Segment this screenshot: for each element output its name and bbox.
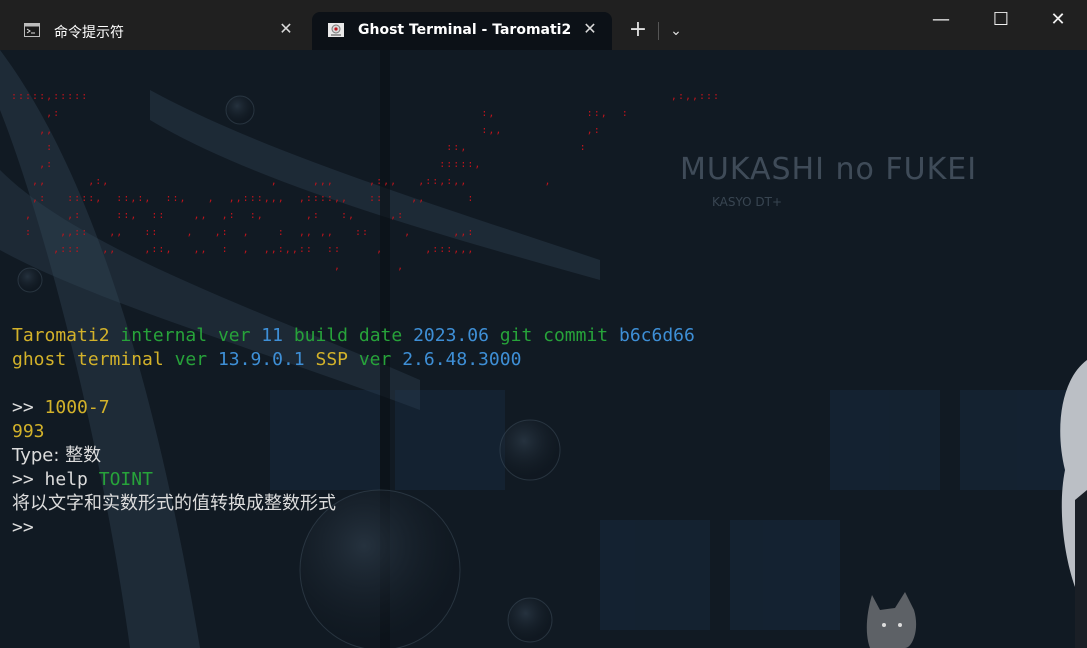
close-tab-icon[interactable]: ✕ [278, 21, 294, 37]
minimize-button[interactable]: — [913, 0, 969, 40]
keyword: git [499, 325, 533, 346]
prompt: >> [12, 469, 34, 490]
build-date: 2023.06 [413, 325, 489, 346]
version-number: 11 [261, 325, 283, 346]
type-line: Type: 整数 [12, 444, 101, 468]
chevron-down-icon[interactable]: ⌄ [664, 18, 688, 44]
type-label: Type: [12, 445, 60, 466]
maximize-button[interactable]: ☐ [973, 0, 1029, 40]
keyword: terminal [77, 349, 164, 370]
tab-ghost-terminal[interactable]: Ghost Terminal - Taromati2 ✕ [312, 12, 612, 50]
keyword: ver [174, 349, 208, 370]
input-prompt[interactable]: >> [12, 516, 34, 540]
command-argument: TOINT [98, 469, 153, 490]
ghost-name: Taromati2 [12, 325, 110, 346]
keyword: ver [358, 349, 392, 370]
ascii-logo: :::::,::::: ,:,,::: ,: :, ::, : ,,:,, ,… [11, 91, 721, 272]
type-value: 整数 [65, 445, 102, 466]
command-line: >> 1000-7 [12, 396, 110, 420]
tab-command-prompt[interactable]: 命令提示符 ✕ [8, 12, 308, 50]
keyword: commit [543, 325, 609, 346]
result-output: 993 [12, 421, 45, 442]
new-tab-button[interactable]: + [624, 18, 652, 44]
keyword: ver [217, 325, 251, 346]
keyword: SSP [315, 349, 348, 370]
keyword: build [293, 325, 349, 346]
command-input: 1000-7 [44, 397, 110, 418]
terminal-window: 命令提示符 ✕ Ghost Terminal - Taromati2 ✕ + ⌄… [0, 0, 1087, 648]
terminal-version: 13.9.0.1 [217, 349, 305, 370]
commit-hash: b6c6d66 [619, 325, 695, 346]
prompt: >> [12, 397, 34, 418]
keyword: ghost [12, 349, 67, 370]
ghost-app-icon [328, 23, 344, 37]
tab-title: 命令提示符 [54, 25, 124, 41]
keyword: date [358, 325, 403, 346]
ssp-version: 2.6.48.3000 [402, 349, 522, 370]
command-prompt-icon [24, 23, 40, 37]
tab-bar: 命令提示符 ✕ Ghost Terminal - Taromati2 ✕ + ⌄… [0, 0, 1087, 50]
help-output: 将以文字和实数形式的值转换成整数形式 [12, 493, 336, 514]
tab-title: Ghost Terminal - Taromati2 [358, 22, 572, 38]
terminal-output[interactable]: MUKASHI no FUKEI KASYO DT+ :::::,::::: ,… [0, 50, 1087, 648]
command-input: help [44, 469, 88, 490]
tab-separator [658, 22, 659, 40]
wallpaper-watermark-subtitle: KASYO DT+ [712, 195, 783, 209]
close-tab-icon[interactable]: ✕ [582, 21, 598, 37]
version-info-line: Taromati2 internal ver 11 build date 202… [12, 324, 695, 348]
close-window-button[interactable]: ✕ [1030, 0, 1086, 40]
command-line: >> help TOINT [12, 468, 153, 492]
terminal-version-line: ghost terminal ver 13.9.0.1 SSP ver 2.6.… [12, 348, 521, 372]
wallpaper-watermark: MUKASHI no FUKEI [680, 152, 978, 187]
keyword: internal [120, 325, 208, 346]
